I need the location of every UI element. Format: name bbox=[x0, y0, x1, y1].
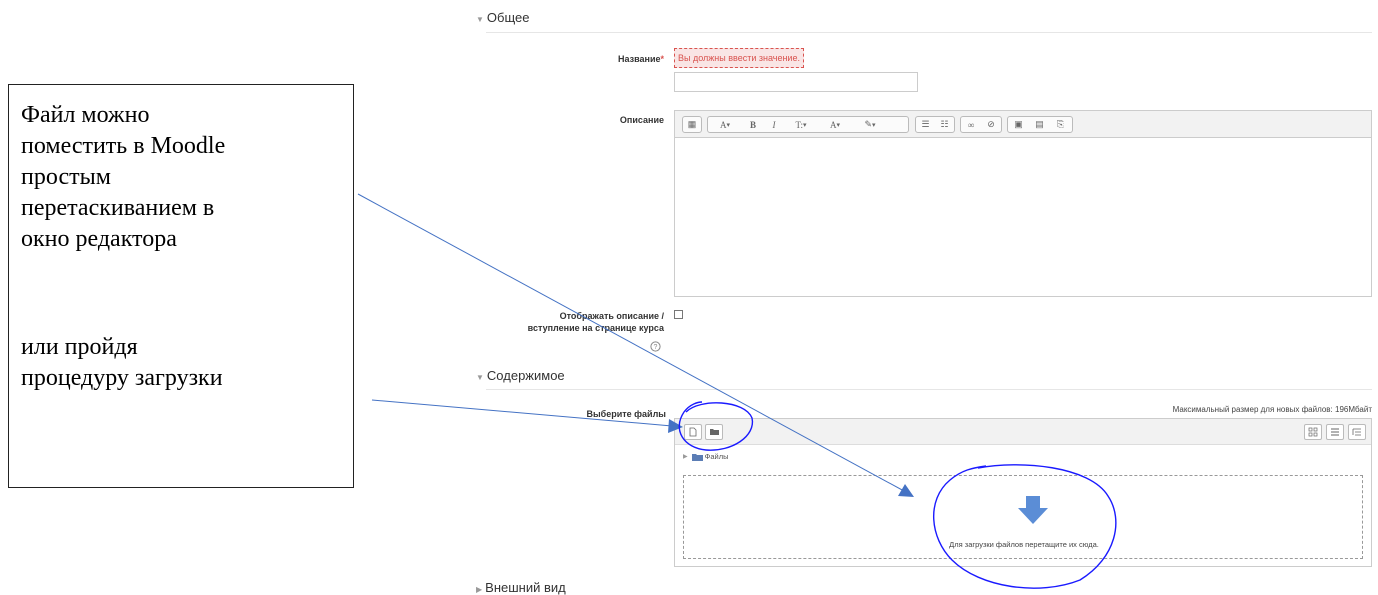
collapse-triangle-icon: ▼ bbox=[476, 373, 484, 382]
section-appearance-title: Внешний вид bbox=[485, 580, 566, 595]
annotation-line: поместить в Moodle bbox=[21, 133, 226, 159]
name-error-message: Вы должны ввести значение. bbox=[674, 48, 804, 68]
bold-icon[interactable]: B bbox=[742, 117, 764, 132]
file-manager-toolbar bbox=[675, 419, 1371, 445]
folder-icon bbox=[709, 429, 719, 435]
required-mark: * bbox=[660, 54, 664, 64]
question-circle-icon[interactable]: ? bbox=[650, 339, 661, 352]
tree-icon bbox=[1352, 428, 1361, 436]
ordered-list-icon[interactable]: ☷ bbox=[935, 117, 954, 132]
create-folder-button[interactable] bbox=[705, 424, 723, 440]
font-size-icon[interactable]: T: ▾ bbox=[784, 117, 818, 132]
add-file-icon bbox=[689, 427, 697, 437]
section-divider bbox=[486, 32, 1372, 33]
show-more-icon[interactable]: ▦ bbox=[683, 117, 701, 132]
show-description-checkbox[interactable] bbox=[674, 310, 683, 319]
annotation-line: перетаскиванием в bbox=[21, 195, 215, 221]
toolbar-group-1: ▦ bbox=[682, 116, 702, 133]
file-manager: ▶ Файлы Для загрузки файлов перетащите и… bbox=[674, 418, 1372, 567]
annotation-line: окно редактора bbox=[21, 226, 177, 252]
view-icons-button[interactable] bbox=[1304, 424, 1322, 440]
unlink-icon[interactable]: ⊘ bbox=[981, 117, 1001, 132]
dropzone-text: Для загрузки файлов перетащите их сюда. bbox=[949, 540, 1099, 549]
media-icon[interactable]: ▤ bbox=[1029, 117, 1050, 132]
description-label: Описание bbox=[619, 115, 664, 125]
link-icon[interactable]: ∞ bbox=[961, 117, 981, 132]
view-tree-button[interactable] bbox=[1348, 424, 1366, 440]
toolbar-group-4: ∞ ⊘ bbox=[960, 116, 1002, 133]
annotation-line: процедуру загрузки bbox=[21, 365, 223, 391]
section-general-title: Общее bbox=[486, 10, 530, 25]
view-list-button[interactable] bbox=[1326, 424, 1344, 440]
drop-arrow-icon bbox=[1018, 496, 1048, 524]
image-icon[interactable]: ▣ bbox=[1008, 117, 1029, 132]
section-content-title: Содержимое bbox=[486, 368, 565, 383]
background-color-icon[interactable]: ✎ ▾ bbox=[852, 117, 888, 132]
annotation-line: простым bbox=[21, 164, 111, 190]
show-description-label: Отображать описание / вступление на стра… bbox=[527, 311, 664, 333]
annotation-line: Файл можно bbox=[21, 102, 150, 128]
select-files-label: Выберите файлы bbox=[586, 409, 666, 419]
grid-icon bbox=[1308, 427, 1318, 437]
collapse-triangle-icon: ▼ bbox=[476, 15, 484, 24]
max-size-text: Максимальный размер для новых файлов: 19… bbox=[1172, 405, 1372, 414]
toolbar-group-2: A ▾ B I T: ▾ A ▾ ✎ ▾ bbox=[707, 116, 909, 133]
files-path[interactable]: ▶ Файлы bbox=[683, 452, 728, 461]
font-color-icon[interactable]: A ▾ bbox=[818, 117, 852, 132]
expand-triangle-icon: ▶ bbox=[683, 454, 688, 460]
name-input[interactable] bbox=[674, 72, 918, 92]
list-icon bbox=[1331, 428, 1339, 436]
unordered-list-icon[interactable]: ☰ bbox=[916, 117, 935, 132]
annotation-line: или пройдя bbox=[21, 334, 138, 360]
section-general-header[interactable]: ▼ Общее bbox=[476, 10, 530, 25]
toolbar-group-3: ☰ ☷ bbox=[915, 116, 955, 133]
files-folder-label: Файлы bbox=[704, 452, 729, 461]
description-editor[interactable]: ▦ A ▾ B I T: ▾ A ▾ ✎ ▾ ☰ ☷ ∞ ⊘ ▣ ▤ ⎘ bbox=[674, 110, 1372, 297]
file-drop-zone[interactable]: Для загрузки файлов перетащите их сюда. bbox=[683, 475, 1363, 559]
add-file-button[interactable] bbox=[684, 424, 702, 440]
italic-icon[interactable]: I bbox=[764, 117, 784, 132]
name-label: Название* bbox=[618, 54, 664, 64]
section-appearance-header[interactable]: ▶ Внешний вид bbox=[476, 580, 566, 595]
section-content-header[interactable]: ▼ Содержимое bbox=[476, 368, 565, 383]
manage-files-icon[interactable]: ⎘ bbox=[1050, 117, 1071, 132]
folder-icon bbox=[691, 453, 703, 461]
annotation-box: Файл можно поместить в Moodle простым пе… bbox=[8, 84, 354, 488]
toolbar-group-5: ▣ ▤ ⎘ bbox=[1007, 116, 1073, 133]
paragraph-styles-icon[interactable]: A ▾ bbox=[708, 117, 742, 132]
editor-toolbar: ▦ A ▾ B I T: ▾ A ▾ ✎ ▾ ☰ ☷ ∞ ⊘ ▣ ▤ ⎘ bbox=[675, 111, 1371, 138]
svg-text:?: ? bbox=[654, 344, 658, 351]
section-divider bbox=[486, 389, 1372, 390]
editor-content-area[interactable] bbox=[675, 138, 1371, 296]
